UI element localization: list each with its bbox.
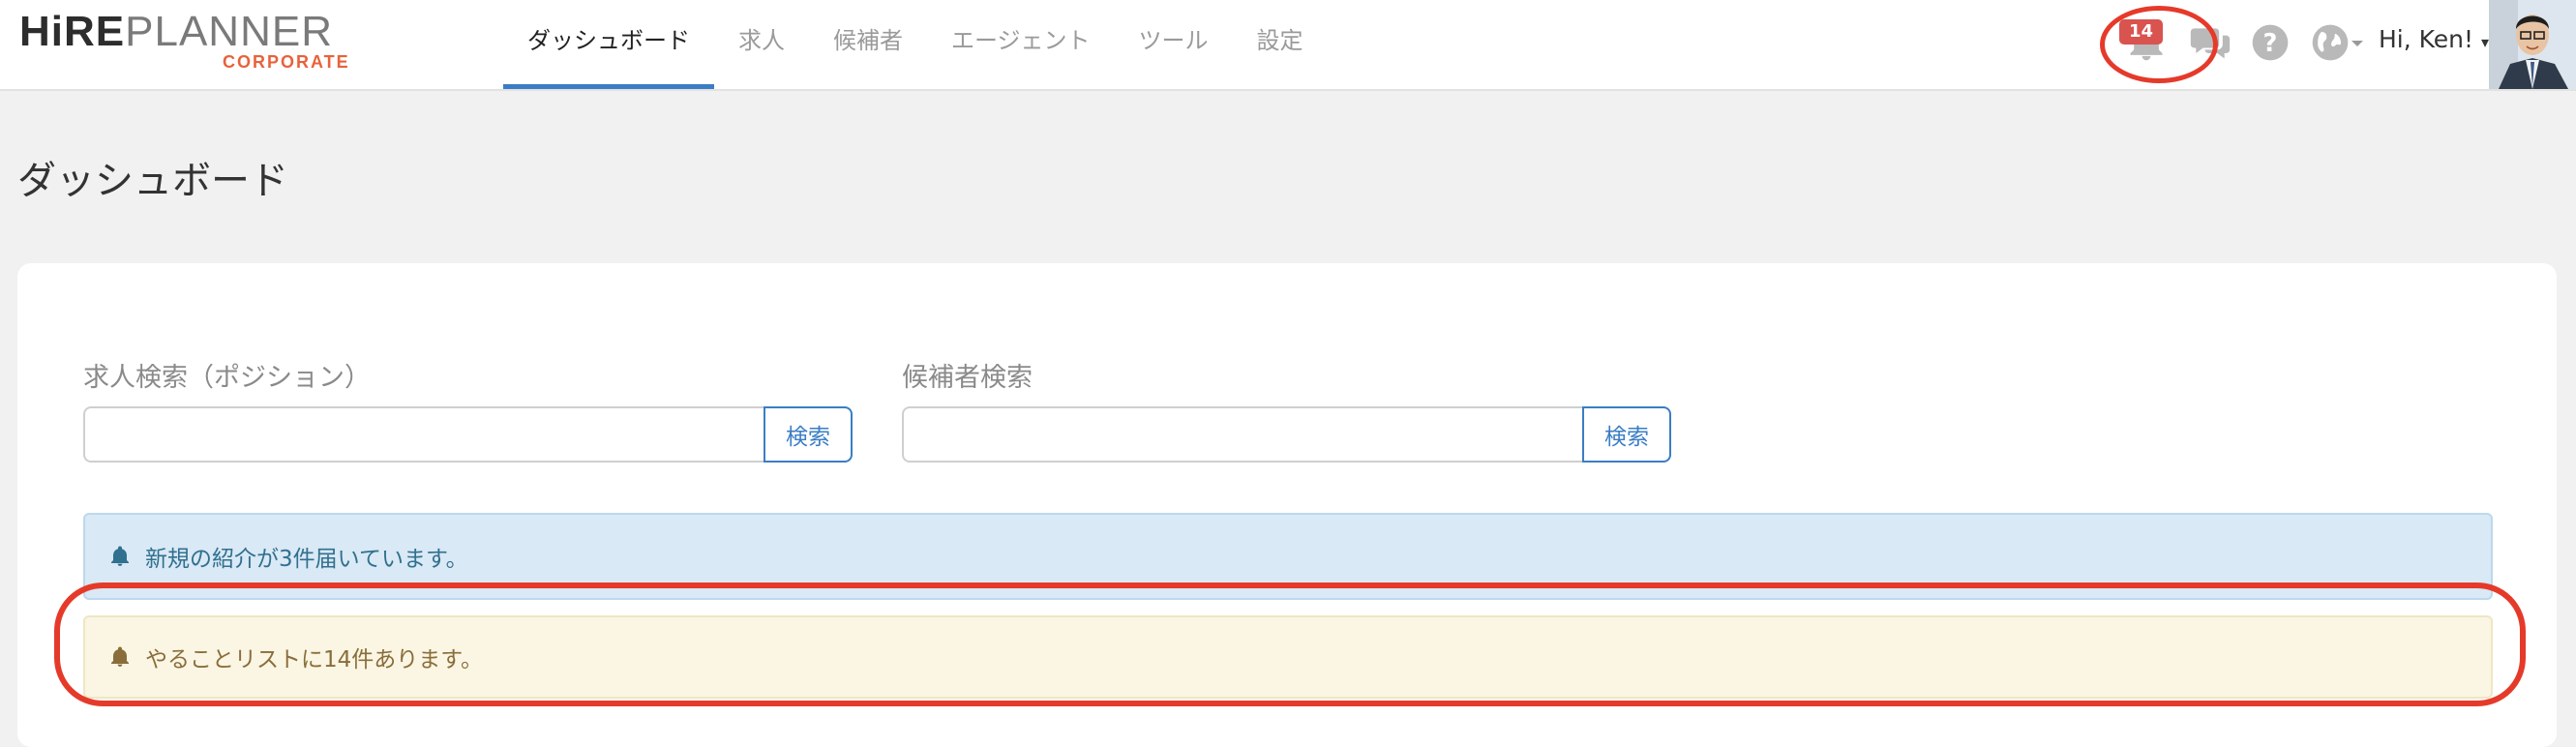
user-caret-icon: ▾ (2481, 33, 2490, 51)
nav-candidates[interactable]: 候補者 (809, 0, 927, 89)
job-search-button[interactable]: 検索 (764, 406, 853, 463)
todo-list-alert-text: やることリストに14件あります。 (145, 647, 483, 672)
help-icon[interactable]: ? (2249, 21, 2291, 64)
candidate-search-label: 候補者検索 (902, 363, 1033, 393)
nav-dashboard[interactable]: ダッシュボード (503, 0, 714, 89)
nav-settings[interactable]: 設定 (1233, 0, 1328, 89)
bell-icon (108, 645, 132, 669)
logo-corporate-text: CORPORATE (223, 52, 350, 72)
new-referrals-alert-text: 新規の紹介が3件届いています。 (145, 547, 468, 572)
nav-tools[interactable]: ツール (1115, 0, 1233, 89)
logo-planner-text: PLANNER (125, 8, 333, 55)
notification-badge[interactable]: 14 (2119, 19, 2164, 45)
candidate-search-button[interactable]: 検索 (1582, 406, 1671, 463)
main-nav: ダッシュボード 求人 候補者 エージェント ツール 設定 (503, 0, 1328, 89)
job-search-input[interactable] (83, 406, 765, 463)
caret-down-icon[interactable] (2348, 21, 2367, 64)
job-search-group: 検索 (83, 406, 853, 463)
avatar[interactable] (2489, 0, 2576, 89)
logo-hire-text: HiRE (19, 8, 126, 55)
candidate-search-input[interactable] (902, 406, 1584, 463)
user-menu[interactable]: Hi, Ken! ▾ (2379, 25, 2489, 53)
chat-icon[interactable] (2189, 21, 2232, 64)
todo-list-alert[interactable]: やることリストに14件あります。 (83, 615, 2493, 699)
top-navbar: HiREPLANNER CORPORATE ダッシュボード 求人 候補者 エージ… (0, 0, 2576, 91)
svg-text:?: ? (2263, 29, 2278, 58)
job-search-label: 求人検索（ポジション） (83, 363, 371, 393)
nav-jobs[interactable]: 求人 (714, 0, 809, 89)
page-title: ダッシュボード (17, 159, 288, 203)
logo-wordmark: HiREPLANNER (19, 8, 333, 56)
user-greeting: Hi, Ken! (2379, 25, 2474, 53)
hireplanner-logo[interactable]: HiREPLANNER CORPORATE (19, 8, 348, 75)
candidate-search-group: 検索 (902, 406, 1671, 463)
bell-icon (108, 545, 132, 568)
nav-agents[interactable]: エージェント (927, 0, 1115, 89)
new-referrals-alert[interactable]: 新規の紹介が3件届いています。 (83, 513, 2493, 600)
globe-icon[interactable] (2309, 21, 2351, 64)
